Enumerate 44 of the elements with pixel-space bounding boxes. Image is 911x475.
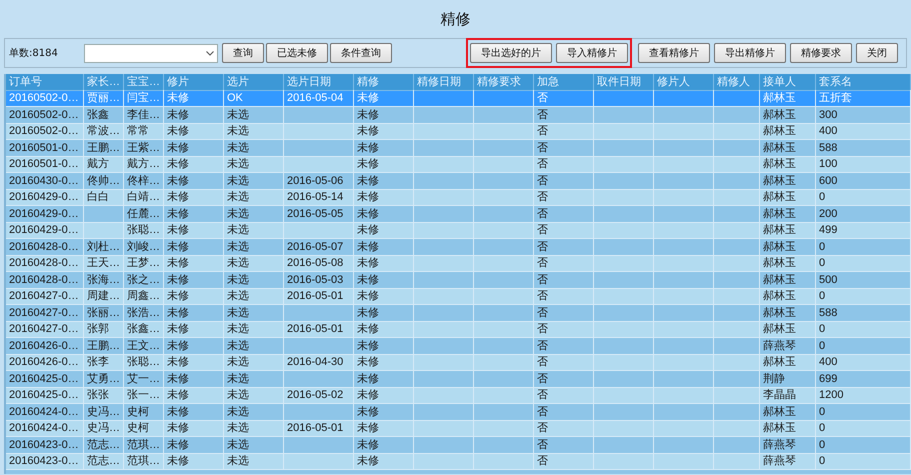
table-row[interactable]: 20160426-0… 王鹏… 王文… 未修 未选 未修 否 薛燕琴 0 [6, 338, 911, 354]
table-row[interactable]: 20160428-0… 张海… 张之… 未修 未选 2016-05-03 未修 否 郝林玉 500 [6, 272, 911, 288]
toolbar-button[interactable]: 导入精修片 [556, 43, 628, 63]
filter-dropdown[interactable] [84, 44, 218, 62]
table-cell: 范琪… [124, 453, 164, 470]
table-cell: 范志… [84, 453, 124, 470]
table-cell: 薛燕琴 [760, 453, 816, 470]
toolbar-button[interactable]: 查询 [222, 43, 264, 63]
table-row[interactable]: 20160424-0… 史冯… 史柯 未修 未选 2016-05-01 未修 否 郝林玉 0 [6, 420, 911, 436]
table-row[interactable]: 20160423-0… 范志… 范琪… 未修 未选 未修 否 薛燕琴 0 [6, 436, 911, 453]
caret-icon [206, 50, 214, 56]
table-row[interactable]: 20160427-0… 张郭 张鑫… 未修 未选 2016-05-01 未修 否 郝林玉 0 [6, 321, 911, 338]
table-row[interactable]: 20160429-0… 白白 白靖… 未修 未选 2016-05-14 未修 否 郝林玉 0 [6, 189, 911, 206]
toolbar-button[interactable]: 已选未修 [266, 43, 328, 63]
table-row[interactable]: 20160501-0… 王鹏… 王紫… 未修 未选 未修 否 郝林玉 588 [6, 140, 911, 156]
order-count-label: 单数:8184 [9, 46, 59, 60]
table-cell: 未修 [164, 453, 224, 470]
table-row[interactable]: 20160427-0… 周建… 周鑫… 未修 未选 2016-05-01 未修 否 郝林玉 0 [6, 288, 911, 304]
table-row[interactable]: 20160429-0… 任麓… 未修 未选 2016-05-05 未修 否 郝林玉 200 [6, 206, 911, 222]
table-cell: 0 [816, 453, 911, 470]
toolbar-button[interactable]: 查看精修片 [638, 43, 710, 63]
toolbar-button[interactable]: 精修要求 [790, 43, 852, 63]
table-row[interactable]: 20160428-0… 刘杜… 刘峻… 未修 未选 2016-05-07 未修 否 郝林玉 0 [6, 238, 911, 255]
toolbar-button[interactable]: 导出选好的片 [470, 43, 552, 63]
table-row[interactable]: 20160425-0… 张张 张一… 未修 未选 2016-05-02 未修 否 李晶晶 1200 [6, 387, 911, 404]
table-cell: 20160423-0… [6, 453, 84, 470]
table-row[interactable]: 20160430-0… 佟帅… 佟梓… 未修 未选 2016-05-06 未修 否 郝林玉 600 [6, 172, 911, 189]
table-row[interactable]: 20160424-0… 史冯… 史柯 未修 未选 未修 否 郝林玉 0 [6, 404, 911, 420]
toolbar-button[interactable]: 条件查询 [330, 43, 392, 63]
table-cell: 未修 [354, 453, 414, 470]
window-title: 精修 [440, 10, 470, 28]
table-row[interactable]: 20160426-0… 张李 张聪… 未修 未选 2016-04-30 未修 否 郝林玉 400 [6, 354, 911, 370]
toolbar-button[interactable]: 关闭 [856, 43, 898, 63]
table-cell: 否 [534, 453, 594, 470]
table-cell: 未选 [224, 453, 284, 470]
toolbar-button[interactable]: 导出精修片 [714, 43, 786, 63]
table-row[interactable]: 20160502-0… 张鑫 李佳… 未修 未选 未修 否 郝林玉 300 [6, 106, 911, 123]
table-row[interactable]: 20160502-0… 常波… 常常 未修 未选 未修 否 郝林玉 400 [6, 123, 911, 140]
table-row[interactable]: 20160429-0… 张聪… 未修 未选 未修 否 郝林玉 499 [6, 222, 911, 238]
table-row[interactable]: 20160425-0… 艾勇… 艾一… 未修 未选 未修 否 荆静 699 [6, 370, 911, 387]
table-row[interactable]: 20160423-0… 范志… 范琪… 未修 未选 未修 否 薛燕琴 0 [6, 453, 911, 470]
table-row[interactable]: 20160427-0… 张丽… 张浩… 未修 未选 未修 否 郝林玉 588 [6, 304, 911, 321]
table-row[interactable]: 20160428-0… 王天… 王梦… 未修 未选 2016-05-08 未修 否 郝林玉 0 [6, 255, 911, 272]
table-row[interactable]: 20160501-0… 戴方 戴方… 未修 未选 未修 否 郝林玉 100 [6, 156, 911, 172]
